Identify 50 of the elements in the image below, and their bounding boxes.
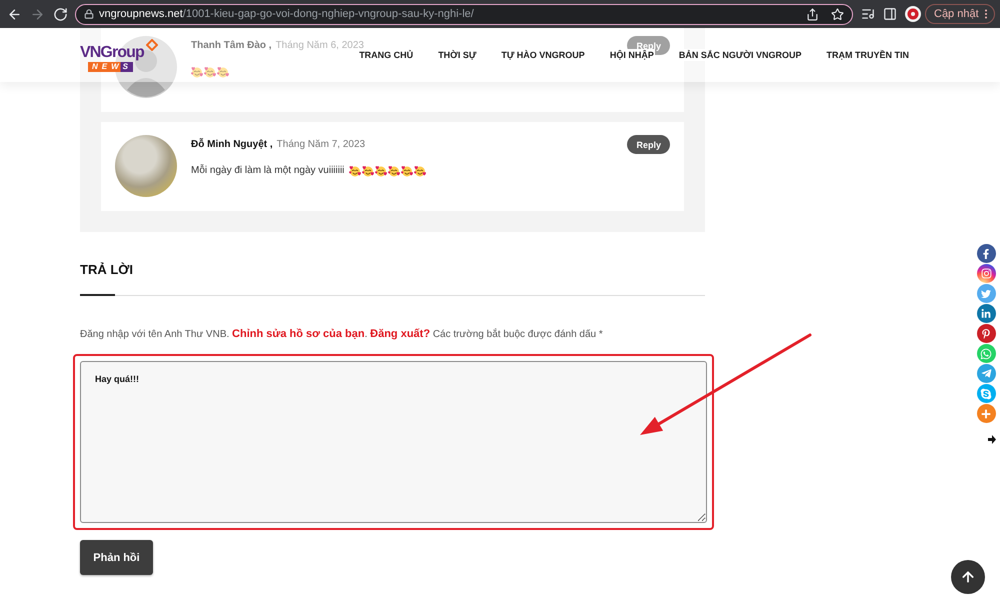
- bookmark-button[interactable]: [831, 8, 844, 20]
- comment-date: Tháng Năm 7, 2023: [276, 138, 366, 150]
- comment-text: Mỗi ngày đi làm là một ngày vuiiiiiii: [191, 164, 344, 176]
- edit-profile-link[interactable]: Chỉnh sửa hồ sơ của bạn: [232, 328, 365, 340]
- heart-face-emoji-icon: [217, 66, 229, 78]
- logout-link[interactable]: Đăng xuất?: [370, 328, 430, 340]
- side-panel-icon: [883, 7, 897, 21]
- comment-date: Tháng Năm 6, 2023: [276, 40, 364, 52]
- arrow-right-icon: [30, 6, 44, 22]
- nav-link[interactable]: BẢN SẮC NGƯỜI VNGROUP: [678, 49, 802, 61]
- update-button[interactable]: Cập nhật: [925, 4, 995, 24]
- heart-face-emoji-icon: [375, 164, 388, 176]
- submit-button[interactable]: Phản hồi: [80, 540, 153, 575]
- list-music-icon: [861, 7, 875, 21]
- small-arrow-icon[interactable]: [988, 435, 996, 444]
- instagram-icon[interactable]: [976, 264, 996, 283]
- heart-face-emoji-icon: [388, 164, 400, 176]
- reload-icon: [52, 6, 68, 22]
- pinterest-icon[interactable]: [976, 324, 996, 343]
- url-text: vngroupnews.net/1001-kieu-gap-go-voi-dong-nghiep-vngroup-sau-ky-nghi-le/: [99, 8, 475, 20]
- star-icon: [831, 8, 844, 20]
- heart-face-emoji-icon: [349, 164, 362, 176]
- nav-link[interactable]: TRẠM TRUYỀN TIN: [826, 49, 910, 61]
- comment-author: Đỗ Minh Nguyệt ,: [191, 138, 273, 150]
- heart-face-emoji-icon: [362, 164, 374, 176]
- scroll-to-top-button[interactable]: [951, 560, 985, 594]
- logo-wordmark: VNGroup: [80, 44, 144, 60]
- nav-link[interactable]: TRANG CHỦ: [358, 49, 414, 61]
- diamond-icon: [146, 38, 158, 50]
- profile-avatar-icon[interactable]: [905, 6, 921, 22]
- lock-icon: [84, 9, 94, 19]
- heart-face-emoji-icon: [191, 66, 203, 78]
- telegram-icon[interactable]: [976, 364, 996, 383]
- linkedin-icon[interactable]: [976, 304, 996, 323]
- share-button[interactable]: [806, 8, 819, 20]
- heart-face-emoji-icon: [204, 66, 216, 78]
- heart-face-emoji-icon: [414, 164, 426, 176]
- login-note: Đăng nhập với tên Anh Thư VNB. Chỉnh sửa hồ sơ của bạn. Đăng xuất? Các trường bắt buộc được đánh dấu *: [80, 327, 604, 342]
- reply-button[interactable]: Reply: [627, 135, 670, 154]
- address-field[interactable]: vngroupnews.net/1001-kieu-gap-go-voi-dong-nghiep-vngroup-sau-ky-nghi-le/: [75, 4, 853, 24]
- nav-link[interactable]: TỰ HÀO VNGROUP: [500, 49, 586, 61]
- section-heading: TRẢ LỜI: [80, 262, 134, 278]
- share-icon: [806, 8, 819, 20]
- nav-link[interactable]: HỘI NHẬP: [608, 49, 655, 61]
- comment-author: Thanh Tâm Đào ,: [191, 40, 272, 52]
- comment-field[interactable]: Hay quá!!!: [80, 361, 707, 523]
- plus-icon[interactable]: [976, 404, 996, 423]
- nav-link[interactable]: THỜI SỰ: [437, 49, 478, 61]
- facebook-icon[interactable]: [976, 244, 996, 263]
- heart-face-emoji-icon: [401, 164, 414, 176]
